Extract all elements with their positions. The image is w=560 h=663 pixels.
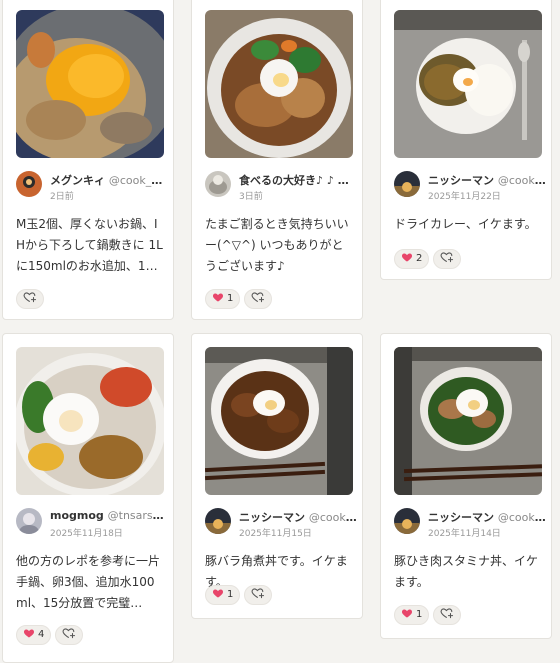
post-date: 2日前 [50, 192, 74, 202]
report-comment: ドライカレー、イケます。 [394, 217, 537, 231]
add-like-button[interactable] [433, 249, 462, 269]
report-comment: M玉2個、厚くないお鍋、IHから下ろして鍋敷きに 1Lに150mlのお水追加、1… [16, 217, 163, 273]
like-button[interactable]: 2 [394, 249, 430, 269]
heart-icon [401, 251, 413, 263]
add-like-button[interactable] [433, 605, 462, 625]
add-like-button[interactable] [244, 585, 273, 605]
report-actions: 1 [394, 605, 465, 627]
author-name[interactable]: mogmog @tnsarsmm [50, 509, 168, 522]
username[interactable]: ニッシーマン [428, 511, 494, 524]
like-count: 1 [227, 293, 234, 304]
recipe-report-card[interactable]: ニッシーマン @cook_4... 2025年11月15日 豚バラ角煮丼です。イ… [191, 333, 363, 619]
report-actions: 1 [205, 289, 276, 311]
avatar[interactable] [394, 171, 420, 197]
heart-plus-icon [440, 606, 454, 620]
heart-icon [212, 587, 224, 599]
heart-icon [212, 291, 224, 303]
author-row[interactable]: 食べるの大好き♪ ♪ … 3日前 [205, 171, 355, 203]
like-count: 1 [227, 589, 234, 600]
avatar[interactable] [16, 508, 42, 534]
post-date: 2025年11月22日 [428, 192, 501, 202]
author-name[interactable]: ニッシーマン @cook_4... [239, 509, 357, 525]
post-date: 2025年11月15日 [239, 529, 312, 539]
author-row[interactable]: ニッシーマン @cook_4... 2025年11月15日 [205, 508, 357, 540]
report-photo[interactable] [394, 10, 542, 158]
like-count: 4 [38, 629, 45, 640]
recipe-report-card[interactable]: 食べるの大好き♪ ♪ … 3日前 たまご割るとき気持ちいいー(^▽^) いつもあ… [191, 0, 363, 320]
like-button[interactable]: 1 [205, 585, 241, 605]
user-handle: @cook_4... [308, 511, 357, 524]
like-count: 2 [416, 253, 423, 264]
post-date: 3日前 [239, 192, 263, 202]
add-like-button[interactable] [244, 289, 273, 309]
author-name[interactable]: メグンキィ @cook_406... [50, 172, 168, 188]
report-photo[interactable] [16, 347, 164, 495]
avatar[interactable] [394, 508, 420, 534]
user-handle: @cook_4... [497, 174, 546, 187]
username[interactable]: 食べるの大好き♪ ♪ … [239, 174, 349, 187]
author-row[interactable]: ニッシーマン @cook_4... 2025年11月14日 [394, 508, 546, 540]
like-button[interactable]: 1 [205, 289, 241, 309]
author-name[interactable]: ニッシーマン @cook_4... [428, 172, 546, 188]
add-like-button[interactable] [16, 289, 44, 309]
report-actions [16, 289, 48, 311]
avatar[interactable] [205, 171, 231, 197]
add-like-button[interactable] [55, 625, 84, 645]
report-actions: 1 [205, 585, 276, 607]
username[interactable]: mogmog [50, 509, 104, 522]
heart-plus-icon [251, 586, 265, 600]
like-button[interactable]: 4 [16, 625, 52, 645]
username[interactable]: ニッシーマン [239, 511, 305, 524]
recipe-report-card[interactable]: ニッシーマン @cook_4... 2025年11月14日 豚ひき肉スタミナ丼、… [380, 333, 552, 639]
author-row[interactable]: メグンキィ @cook_406... 2日前 [16, 171, 168, 203]
heart-icon [401, 607, 413, 619]
post-date: 2025年11月18日 [50, 529, 123, 539]
report-actions: 4 [16, 625, 87, 647]
author-name[interactable]: 食べるの大好き♪ ♪ … [239, 172, 357, 188]
recipe-report-card[interactable]: ニッシーマン @cook_4... 2025年11月22日 ドライカレー、イケま… [380, 0, 552, 280]
report-photo[interactable] [16, 10, 164, 158]
report-photo[interactable] [205, 347, 353, 495]
post-date: 2025年11月14日 [428, 529, 501, 539]
report-comment: たまご割るとき気持ちいいー(^▽^) いつもありがとうございます♪ [205, 217, 349, 273]
author-name[interactable]: ニッシーマン @cook_4... [428, 509, 546, 525]
username[interactable]: ニッシーマン [428, 174, 494, 187]
report-photo[interactable] [394, 347, 542, 495]
report-comment: 他の方のレポを参考に一片手鍋、卵3個、追加水100ml、15分放置で完璧… [16, 554, 161, 610]
like-count: 1 [416, 609, 423, 620]
author-row[interactable]: mogmog @tnsarsmm 2025年11月18日 [16, 508, 168, 540]
username[interactable]: メグンキィ [50, 174, 105, 187]
heart-plus-icon [23, 290, 37, 304]
like-button[interactable]: 1 [394, 605, 430, 625]
author-row[interactable]: ニッシーマン @cook_4... 2025年11月22日 [394, 171, 546, 203]
heart-plus-icon [62, 626, 76, 640]
recipe-report-card[interactable]: メグンキィ @cook_406... 2日前 M玉2個、厚くないお鍋、IHから下… [2, 0, 174, 320]
heart-plus-icon [440, 250, 454, 264]
avatar[interactable] [16, 171, 42, 197]
heart-icon [23, 627, 35, 639]
user-handle: @tnsarsmm [107, 509, 168, 522]
report-actions: 2 [394, 249, 465, 271]
report-photo[interactable] [205, 10, 353, 158]
report-comment: 豚ひき肉スタミナ丼、イケます。 [394, 554, 539, 589]
user-handle: @cook_406... [108, 174, 168, 187]
user-handle: @cook_4... [497, 511, 546, 524]
heart-plus-icon [251, 290, 265, 304]
recipe-report-card[interactable]: mogmog @tnsarsmm 2025年11月18日 他の方のレポを参考に一… [2, 333, 174, 663]
avatar[interactable] [205, 508, 231, 534]
